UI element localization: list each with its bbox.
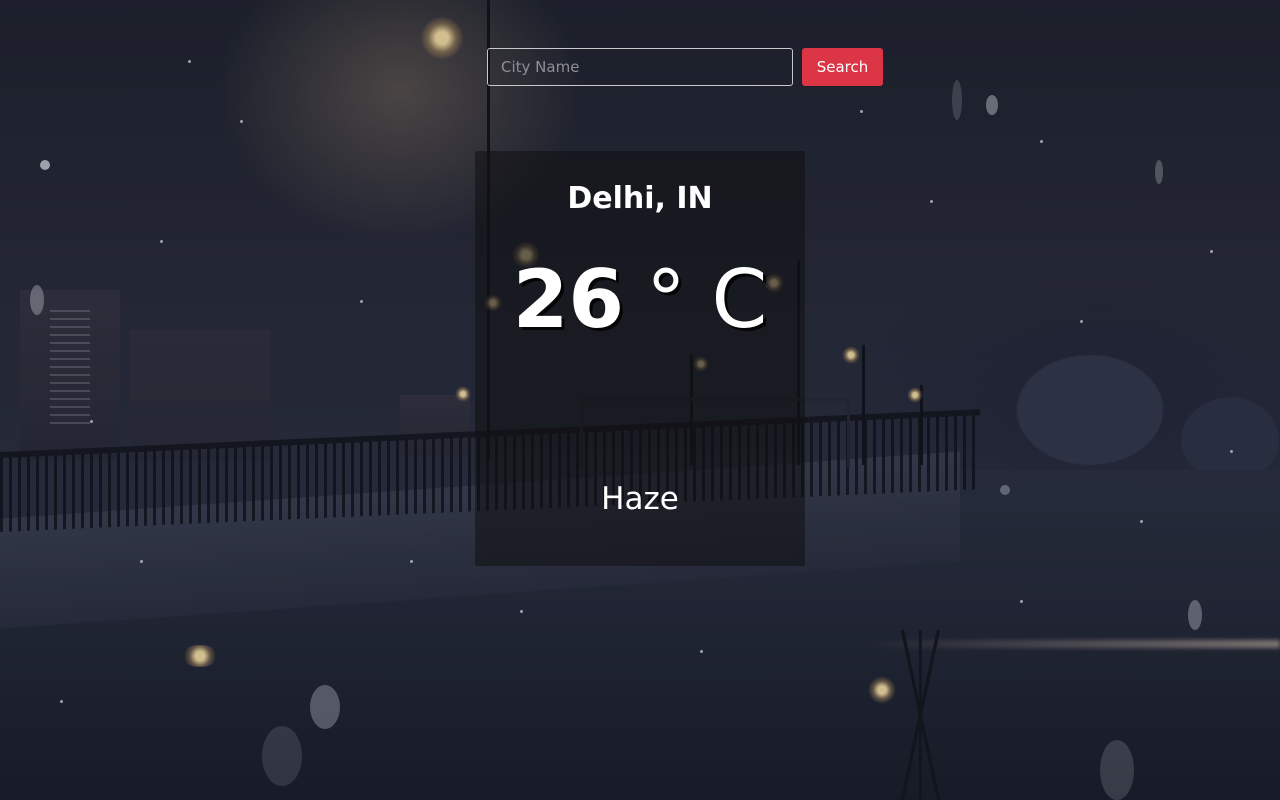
temperature-display: 26 ° C bbox=[475, 253, 805, 346]
search-bar: Search bbox=[487, 48, 883, 86]
location-name: Delhi, IN bbox=[567, 181, 713, 216]
city-name-input[interactable] bbox=[487, 48, 793, 86]
search-button[interactable]: Search bbox=[802, 48, 883, 86]
temperature-unit: ° C bbox=[646, 253, 768, 346]
temperature-value: 26 bbox=[512, 253, 625, 346]
weather-card: Delhi, IN 26 ° C Haze bbox=[475, 151, 805, 566]
weather-condition: Haze bbox=[601, 481, 679, 517]
